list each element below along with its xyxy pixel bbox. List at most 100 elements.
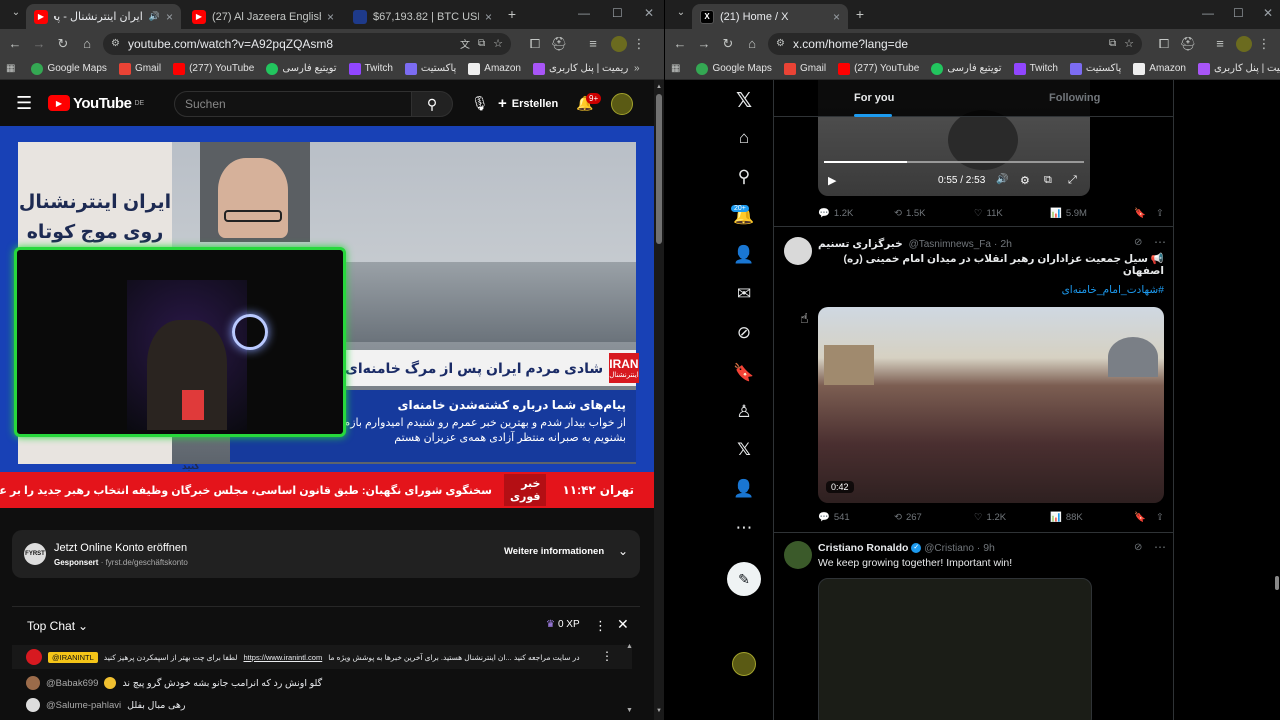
close-icon[interactable]: × xyxy=(327,10,334,24)
close-icon[interactable]: × xyxy=(833,10,840,24)
scrollbar-thumb[interactable] xyxy=(1275,576,1279,590)
kebab-menu-icon[interactable]: ⋮ xyxy=(1252,36,1276,52)
tweet-time[interactable]: 2h xyxy=(1000,238,1012,250)
tab-al-jazeera[interactable]: ▶ (27) Al Jazeera English | Live × xyxy=(184,4,342,29)
tab-iran-international[interactable]: ▶ ایران اینترنشنال - پخش زنده (27) 🔊 × xyxy=(26,4,181,29)
bookmark-google-maps[interactable]: Google Maps xyxy=(690,62,777,75)
bookmark-star-icon[interactable]: ☆ xyxy=(1124,37,1134,50)
tweet-more-icon[interactable]: ⋯ xyxy=(1154,235,1166,249)
bookmark-gmail[interactable]: Gmail xyxy=(113,62,167,75)
bookmark-amazon[interactable]: Amazon xyxy=(1127,62,1192,75)
chat-username[interactable]: @Babak699 xyxy=(46,678,98,689)
close-icon[interactable]: × xyxy=(485,10,492,24)
search-input[interactable]: Suchen xyxy=(174,91,412,117)
translate-icon[interactable]: 文 xyxy=(460,36,470,51)
author-handle[interactable]: @Tasnimnews_Fa xyxy=(909,239,991,250)
grok-nav-icon[interactable]: ⊘ xyxy=(731,320,757,346)
bookmark-gmail[interactable]: Gmail xyxy=(778,62,832,75)
search-button[interactable]: ⚲ xyxy=(411,91,453,117)
scroll-down-icon[interactable]: ▼ xyxy=(656,708,662,714)
address-text[interactable]: x.com/home?lang=de xyxy=(793,37,908,51)
tab-search-icon[interactable]: ⌄ xyxy=(669,7,693,18)
bookmark-persian-twitter[interactable]: تویتیع فارسی xyxy=(260,62,342,75)
minimize-icon[interactable]: — xyxy=(578,6,590,20)
profile-avatar[interactable] xyxy=(611,35,627,52)
timeline-scrollbar[interactable] xyxy=(1273,80,1280,720)
messages-nav-icon[interactable]: ✉ xyxy=(731,281,757,307)
share-icon[interactable]: ⇪ xyxy=(1156,512,1164,523)
bookmark-remit[interactable]: ریمیت | پنل کاربری xyxy=(527,62,634,75)
ad-cta-button[interactable]: Weitere informationen xyxy=(504,546,604,557)
chat-scroll-up-icon[interactable]: ▲ xyxy=(626,643,633,650)
new-tab-icon[interactable]: + xyxy=(848,6,872,22)
author-handle[interactable]: @Cristiano xyxy=(924,543,974,554)
explore-nav-icon[interactable]: ⚲ xyxy=(731,164,757,190)
bookmark-star-icon[interactable]: ☆ xyxy=(493,37,503,50)
tweet-image[interactable] xyxy=(818,578,1092,720)
tasnim-avatar[interactable] xyxy=(784,237,812,265)
close-window-icon[interactable]: ✕ xyxy=(1263,6,1273,20)
chat-close-icon[interactable]: ✕ xyxy=(617,616,629,633)
chat-more-icon[interactable]: ⋮ xyxy=(594,618,607,634)
youtube-logo[interactable]: ▶ YouTube DE xyxy=(48,95,144,112)
settings-icon[interactable]: ⚙ xyxy=(1020,174,1030,187)
incognito-icon[interactable]: ⛑ xyxy=(1176,36,1200,52)
views-button[interactable]: 📊 88K xyxy=(1050,512,1132,523)
chevron-down-icon[interactable]: ⌄ xyxy=(618,544,628,558)
play-icon[interactable]: ▶ xyxy=(828,174,836,187)
apps-grid-icon[interactable]: ▦ xyxy=(671,63,680,74)
share-icon[interactable]: ⇪ xyxy=(1156,208,1164,219)
tab-following[interactable]: Following xyxy=(1049,92,1100,104)
close-icon[interactable]: × xyxy=(166,10,173,24)
grok-icon[interactable]: ⊘ xyxy=(1134,542,1142,553)
repost-button[interactable]: ⟲ 1.5K xyxy=(894,208,974,219)
like-button[interactable]: ♡ 1.2K xyxy=(974,512,1050,523)
close-window-icon[interactable]: ✕ xyxy=(644,6,654,20)
hamburger-menu-icon[interactable]: ☰ xyxy=(16,93,32,114)
reply-button[interactable]: 💬 541 xyxy=(818,512,894,523)
apps-grid-icon[interactable]: ▦ xyxy=(6,63,15,74)
back-icon[interactable]: ← xyxy=(668,36,692,51)
forward-icon[interactable]: → xyxy=(27,36,51,51)
x-logo-icon[interactable]: 𝕏 xyxy=(731,87,757,113)
bookmark-amazon[interactable]: Amazon xyxy=(462,62,527,75)
more-bookmarks-icon[interactable]: » xyxy=(634,63,640,74)
tab-search-icon[interactable]: ⌄ xyxy=(4,7,28,18)
extensions-icon[interactable]: ⧠ xyxy=(523,36,547,52)
tweet-time[interactable]: 9h xyxy=(983,542,995,554)
page-scrollbar[interactable]: ▲ ▼ xyxy=(654,80,664,720)
grok-icon[interactable]: ⊘ xyxy=(1134,237,1142,248)
bookmark-youtube[interactable]: (277) YouTube xyxy=(167,62,260,75)
address-text[interactable]: youtube.com/watch?v=A92pqZQAsm8 xyxy=(128,37,333,51)
follow-nav-icon[interactable]: 👤 xyxy=(731,242,757,268)
account-avatar[interactable] xyxy=(611,93,633,115)
install-icon[interactable]: ⧉ xyxy=(478,38,485,49)
microphone-icon[interactable]: 🎙 xyxy=(471,95,489,112)
volume-icon[interactable]: 🔊 xyxy=(996,174,1008,185)
reload-icon[interactable]: ↻ xyxy=(716,36,740,52)
reply-button[interactable]: 💬 1.2K xyxy=(818,208,894,219)
maximize-icon[interactable]: ☐ xyxy=(1233,6,1244,20)
home-icon[interactable]: ⌂ xyxy=(740,36,764,51)
tweet-more-icon[interactable]: ⋯ xyxy=(1154,540,1166,554)
extensions-icon[interactable]: ⧠ xyxy=(1152,36,1176,52)
pinned-link[interactable]: https://www.iranintl.com xyxy=(243,653,322,662)
pinned-username[interactable]: @IRANINTL xyxy=(48,651,98,663)
back-icon[interactable]: ← xyxy=(3,36,27,51)
chat-username[interactable]: @Salume-pahlavi xyxy=(46,700,121,711)
site-info-icon[interactable]: ⚙ xyxy=(776,38,785,49)
create-button[interactable]: + Erstellen xyxy=(498,95,558,112)
bookmark-pakistit[interactable]: پاکستیت xyxy=(399,62,462,75)
more-nav-icon[interactable]: ⋯ xyxy=(731,515,757,541)
scrollbar-thumb[interactable] xyxy=(656,94,662,244)
tweet-video[interactable]: 0:42 xyxy=(818,307,1164,503)
bookmark-icon[interactable]: 🔖 xyxy=(1134,512,1146,523)
xp-badge[interactable]: ♛ 0 XP xyxy=(546,619,580,630)
pip-icon[interactable]: ⧉ xyxy=(1044,174,1052,187)
video-progress-bar[interactable] xyxy=(824,161,1084,163)
premium-nav-icon[interactable]: 𝕏 xyxy=(731,437,757,463)
bookmark-icon[interactable]: 🔖 xyxy=(1134,208,1146,219)
bookmark-pakistit[interactable]: پاکستیت xyxy=(1064,62,1127,75)
new-tab-icon[interactable]: + xyxy=(500,6,524,22)
install-icon[interactable]: ⧉ xyxy=(1109,38,1116,49)
